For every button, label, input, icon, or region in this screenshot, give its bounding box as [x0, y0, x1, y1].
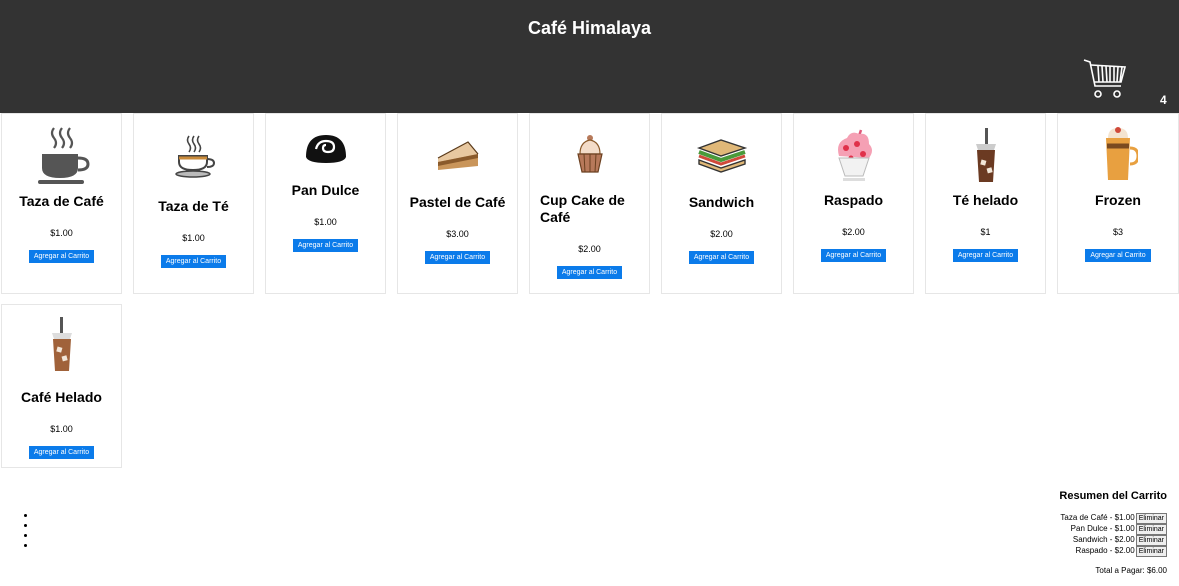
add-to-cart-button[interactable]: Agregar al Carrito [1085, 249, 1151, 262]
cart-count-badge: 4 [1160, 93, 1167, 107]
tea-cup-icon [174, 135, 215, 178]
product-name: Taza de Café [19, 193, 104, 209]
shopping-cart-icon[interactable] [1081, 54, 1129, 102]
product-card: Frozen $3 Agregar al Carrito [1057, 113, 1179, 294]
cart-item: Taza de Café - $1.00 Eliminar [1060, 513, 1167, 524]
coffee-cup-icon [37, 127, 90, 184]
product-name: Pastel de Café [409, 194, 506, 210]
cart-item-label: Taza de Café - $1.00 [1060, 513, 1135, 523]
product-price: $3 [1112, 227, 1123, 237]
product-price: $2.00 [710, 229, 733, 239]
list-bullet [24, 534, 27, 537]
product-price: $1 [980, 227, 991, 237]
list-bullet [24, 514, 27, 517]
product-price: $1.00 [182, 233, 205, 243]
add-to-cart-button[interactable]: Agregar al Carrito [28, 446, 95, 459]
product-card: Sandwich $2.00 Agregar al Carrito [661, 113, 782, 294]
remove-item-button[interactable]: Eliminar [1135, 524, 1167, 535]
product-card: Raspado $2.00 Agregar al Carrito [793, 113, 914, 294]
cart-summary-list: Taza de Café - $1.00 Eliminar Pan Dulce … [1060, 513, 1167, 557]
product-name: Sandwich [688, 194, 755, 210]
cart-summary-title: Resumen del Carrito [1059, 490, 1167, 502]
iced-coffee-icon [51, 317, 72, 371]
product-card: Taza de Té $1.00 Agregar al Carrito [133, 113, 254, 294]
sandwich-icon [696, 139, 747, 173]
cake-slice-icon [437, 141, 478, 170]
cart-item: Pan Dulce - $1.00 Eliminar [1060, 524, 1167, 535]
cart-total: Total a Pagar: $6.00 [1095, 566, 1167, 575]
add-to-cart-button[interactable]: Agregar al Carrito [424, 251, 491, 264]
remove-item-button[interactable]: Eliminar [1135, 535, 1167, 546]
product-name: Frozen [1095, 192, 1141, 208]
add-to-cart-button[interactable]: Agregar al Carrito [688, 251, 755, 264]
list-bullet [24, 544, 27, 547]
product-price: $1.00 [314, 217, 337, 227]
product-name: Té helado [952, 192, 1019, 208]
cart-bullet-list [24, 514, 27, 554]
cart-item-label: Raspado - $2.00 [1075, 546, 1135, 556]
product-price: $3.00 [446, 229, 469, 239]
product-price: $1.00 [50, 424, 73, 434]
page-title: Café Himalaya [527, 18, 652, 38]
add-to-cart-button[interactable]: Agregar al Carrito [28, 250, 95, 263]
cart-item-label: Sandwich - $2.00 [1072, 535, 1135, 545]
product-name: Cup Cake de Café [540, 192, 625, 225]
add-to-cart-button[interactable]: Agregar al Carrito [160, 255, 227, 268]
sweet-bread-icon [305, 135, 346, 163]
remove-item-button[interactable]: Eliminar [1135, 546, 1167, 557]
frozen-drink-icon [1106, 127, 1138, 180]
cart-item: Raspado - $2.00 Eliminar [1060, 546, 1167, 557]
add-to-cart-button[interactable]: Agregar al Carrito [556, 266, 623, 279]
product-name: Raspado [823, 192, 884, 208]
cupcake-icon [576, 135, 603, 173]
product-name: Café Helado [21, 389, 102, 405]
list-bullet [24, 524, 27, 527]
product-price: $2.00 [842, 227, 865, 237]
product-card: Taza de Café $1.00 Agregar al Carrito [1, 113, 122, 294]
add-to-cart-button[interactable]: Agregar al Carrito [820, 249, 887, 262]
header-bar: Café Himalaya 4 [0, 0, 1179, 113]
product-card: Café Helado $1.00 Agregar al Carrito [1, 304, 122, 468]
iced-tea-icon [975, 128, 996, 182]
shaved-ice-icon [837, 129, 872, 181]
add-to-cart-button[interactable]: Agregar al Carrito [292, 239, 359, 252]
product-card: Pan Dulce $1.00 Agregar al Carrito [265, 113, 386, 294]
remove-item-button[interactable]: Eliminar [1135, 513, 1167, 524]
product-card: Té helado $1 Agregar al Carrito [925, 113, 1046, 294]
add-to-cart-button[interactable]: Agregar al Carrito [952, 249, 1019, 262]
product-card: Pastel de Café $3.00 Agregar al Carrito [397, 113, 518, 294]
cart-item: Sandwich - $2.00 Eliminar [1060, 535, 1167, 546]
product-price: $1.00 [50, 228, 73, 238]
product-name: Pan Dulce [291, 182, 360, 198]
cart-item-label: Pan Dulce - $1.00 [1070, 524, 1135, 534]
product-price: $2.00 [578, 244, 601, 254]
product-name: Taza de Té [158, 198, 229, 214]
product-card: Cup Cake de Café $2.00 Agregar al Carrit… [529, 113, 650, 294]
